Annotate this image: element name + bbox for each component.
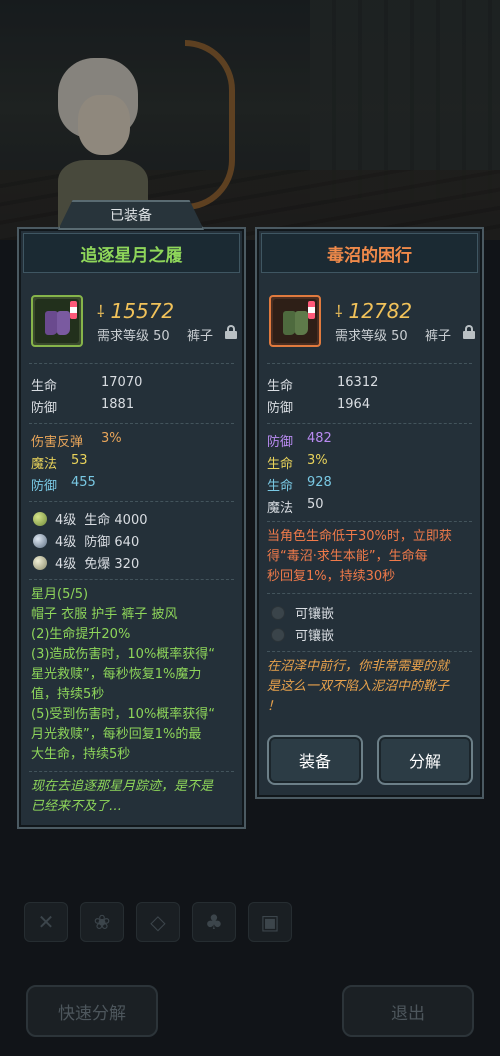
gem-slot-1: 4级 生命 4000 bbox=[33, 509, 148, 528]
extra-stat-hp: 生命 928 bbox=[267, 475, 332, 494]
gem-icon bbox=[33, 511, 47, 526]
item-title-bar: 追逐星月之履 bbox=[23, 233, 240, 273]
socket-slot-1[interactable]: 可镶嵌 bbox=[271, 603, 334, 622]
flavor-text: 在沼泽中前行，你非常需要的就 是这么一双不陷入泥沼中的靴子 ！ bbox=[267, 659, 450, 714]
flavor-text: 现在去追逐那星月踪迹，是不是 已经来不及了… bbox=[31, 779, 214, 814]
item-slot: 裤子 bbox=[425, 329, 452, 344]
power-score: ⸸ 15572 bbox=[97, 299, 175, 323]
equip-button[interactable]: 装备 bbox=[267, 735, 363, 785]
quick-dismantle-button[interactable]: 快速分解 bbox=[26, 985, 158, 1037]
special-effect-text: 当角色生命低于30%时，立即获 得“毒沼·求生本能”，生命每 秒回复1%，持续3… bbox=[267, 529, 452, 584]
required-level: 需求等级 50 bbox=[97, 329, 170, 344]
extra-stat-def: 防御 482 bbox=[267, 431, 332, 450]
item-name: 毒沼的困行 bbox=[327, 245, 412, 266]
set-bonus-block: 星月(5/5) 帽子 衣服 护手 裤子 披风 (2)生命提升20% (3)造成伤… bbox=[31, 587, 216, 762]
gem-icon[interactable]: ◇ bbox=[136, 902, 180, 942]
extra-stat-reflect: 伤害反弹 3% bbox=[31, 431, 122, 450]
lock-icon[interactable] bbox=[463, 325, 475, 339]
sword-icon: ⸸ bbox=[97, 302, 105, 321]
item-slot: 裤子 bbox=[187, 329, 214, 344]
base-stat-def: 防御 1881 bbox=[31, 397, 135, 416]
gem-slot-2: 4级 防御 640 bbox=[33, 531, 139, 550]
item-icon[interactable] bbox=[269, 295, 321, 347]
equipped-item-panel: 追逐星月之履 ⸸ 15572 需求等级 50 裤子 生命 17070 防御 1881… bbox=[17, 227, 246, 829]
empty-socket-icon bbox=[271, 627, 285, 642]
power-score: ⸸ 12782 bbox=[335, 299, 413, 323]
gem-icon bbox=[33, 555, 47, 570]
gem-slot-3: 4级 免爆 320 bbox=[33, 553, 139, 572]
bag-icon[interactable]: ♣ bbox=[192, 902, 236, 942]
base-stat-hp: 生命 16312 bbox=[267, 375, 379, 394]
empty-socket-icon bbox=[271, 605, 285, 620]
lock-icon[interactable] bbox=[225, 325, 237, 339]
item-name: 追逐星月之履 bbox=[80, 245, 183, 266]
extra-stat-magic: 魔法 53 bbox=[31, 453, 88, 472]
item-icon[interactable] bbox=[31, 295, 83, 347]
gem-icon bbox=[33, 533, 47, 548]
compare-item-panel: 毒沼的困行 ⸸ 12782 需求等级 50 裤子 生命 16312 防御 1964 … bbox=[255, 227, 484, 799]
equipped-tab: 已装备 bbox=[58, 200, 204, 230]
socket-slot-2[interactable]: 可镶嵌 bbox=[271, 625, 334, 644]
dismantle-button[interactable]: 分解 bbox=[377, 735, 473, 785]
base-stat-hp: 生命 17070 bbox=[31, 375, 143, 394]
sword-icon: ⸸ bbox=[335, 302, 343, 321]
required-level: 需求等级 50 bbox=[335, 329, 408, 344]
weapon-icon[interactable]: ✕ bbox=[24, 902, 68, 942]
extra-stat-def: 防御 455 bbox=[31, 475, 96, 494]
exit-button[interactable]: 退出 bbox=[342, 985, 474, 1037]
paw-icon[interactable]: ❀ bbox=[80, 902, 124, 942]
base-stat-def: 防御 1964 bbox=[267, 397, 371, 416]
item-title-bar: 毒沼的困行 bbox=[261, 233, 478, 273]
extra-stat-magic: 魔法 50 bbox=[267, 497, 324, 516]
chest-icon[interactable]: ▣ bbox=[248, 902, 292, 942]
extra-stat-hp-pct: 生命 3% bbox=[267, 453, 328, 472]
